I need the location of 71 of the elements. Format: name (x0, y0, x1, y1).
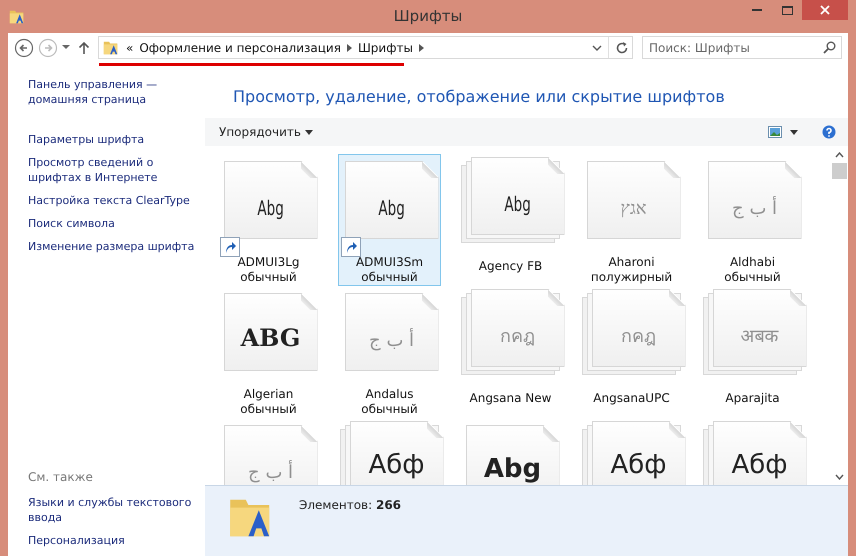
font-preview: กคฎ (500, 328, 535, 346)
font-name: Algerian (244, 387, 294, 402)
search-field[interactable]: Поиск: Шрифты (642, 36, 842, 59)
font-style: полужирный (590, 270, 672, 285)
close-icon (820, 5, 830, 15)
font-preview: ABG (240, 326, 300, 350)
font-name: AngsanaUPC (593, 391, 670, 406)
font-name: ADMUI3Sm (356, 255, 424, 270)
font-style: обычный (361, 270, 418, 285)
font-name: Aldhabi (730, 255, 776, 270)
folder-icon (102, 38, 120, 56)
font-preview: Abg (378, 198, 405, 218)
sidebar-link[interactable]: Языки и службы текстового ввода (28, 495, 205, 525)
caret-icon (304, 130, 313, 136)
font-style: обычный (724, 270, 781, 285)
close-button[interactable] (802, 0, 848, 20)
font-tile[interactable]: Abg ADMUI3Lg обычный (217, 154, 320, 286)
refresh-icon[interactable] (615, 40, 629, 54)
font-preview: Abg (504, 194, 531, 214)
sidebar-link[interactable]: Панель управления — домашняя страница (28, 77, 205, 107)
font-preview: Абф (610, 452, 667, 478)
sidebar-link[interactable]: Изменение размера шрифта (28, 239, 205, 254)
chevron-icon (418, 44, 424, 52)
item-count: Элементов: 266 (299, 497, 402, 514)
view-icon[interactable] (768, 126, 782, 138)
font-tile[interactable]: Abg ADMUI3Sm обычный (338, 154, 441, 286)
window-title: Шрифты (394, 6, 462, 27)
font-style: обычный (361, 402, 418, 417)
font-tile[interactable]: अबक Aparajita (701, 286, 804, 418)
font-tile[interactable]: ABG Algerian обычный (217, 286, 320, 418)
page-heading: Просмотр, удаление, отображение или скрытие шрифтов (232, 86, 726, 108)
caret-icon[interactable] (62, 45, 70, 50)
font-name: ADMUI3Lg (237, 255, 300, 270)
section-title: См. также (28, 469, 94, 486)
breadcrumb-link[interactable]: Оформление и персонализация (139, 38, 341, 56)
font-name: Aparajita (725, 391, 780, 406)
overflow-button[interactable]: « (126, 38, 134, 56)
font-style: обычный (240, 402, 297, 417)
caret-icon[interactable] (790, 130, 798, 134)
font-name: Andalus (366, 387, 414, 402)
organize-button[interactable]: Упорядочить (213, 123, 319, 141)
font-tile[interactable]: กคฎ AngsanaUPC (580, 286, 683, 418)
minimize-icon (752, 8, 762, 12)
up-button[interactable] (78, 40, 90, 54)
back-button[interactable] (14, 38, 34, 58)
font-style: обычный (240, 270, 297, 285)
sidebar-link[interactable]: Просмотр сведений о шрифтах в Интернете (28, 155, 205, 185)
sidebar-link[interactable]: Поиск символа (28, 216, 205, 231)
folder-icon (8, 8, 26, 26)
sidebar-link[interactable]: Параметры шрифта (28, 132, 205, 147)
font-preview: אגץ (620, 200, 647, 218)
sidebar-link[interactable]: Настройка текста ClearType (28, 193, 205, 208)
font-preview: Абф (368, 452, 425, 478)
font-preview: กคฎ (621, 328, 656, 346)
font-name: Angsana New (470, 391, 552, 406)
font-tile[interactable]: Abg Agency FB (459, 154, 562, 286)
help-icon[interactable] (822, 125, 836, 139)
font-preview: Abg (484, 456, 542, 482)
dropdown-icon[interactable] (592, 44, 602, 50)
scroll-thumb[interactable] (832, 163, 847, 179)
font-tile[interactable]: กคฎ Angsana New (459, 286, 562, 418)
maximize-icon (782, 6, 792, 14)
font-preview: Абф (731, 452, 788, 478)
font-name: Aharoni (608, 255, 655, 270)
font-preview: अबक (740, 328, 778, 346)
chevron-icon (346, 44, 352, 52)
sidebar-link[interactable]: Персонализация (28, 533, 205, 548)
breadcrumb-link[interactable]: Шрифты (358, 38, 413, 56)
search-icon (823, 41, 836, 54)
font-name: Agency FB (478, 259, 542, 274)
font-preview: Abg (257, 198, 284, 218)
